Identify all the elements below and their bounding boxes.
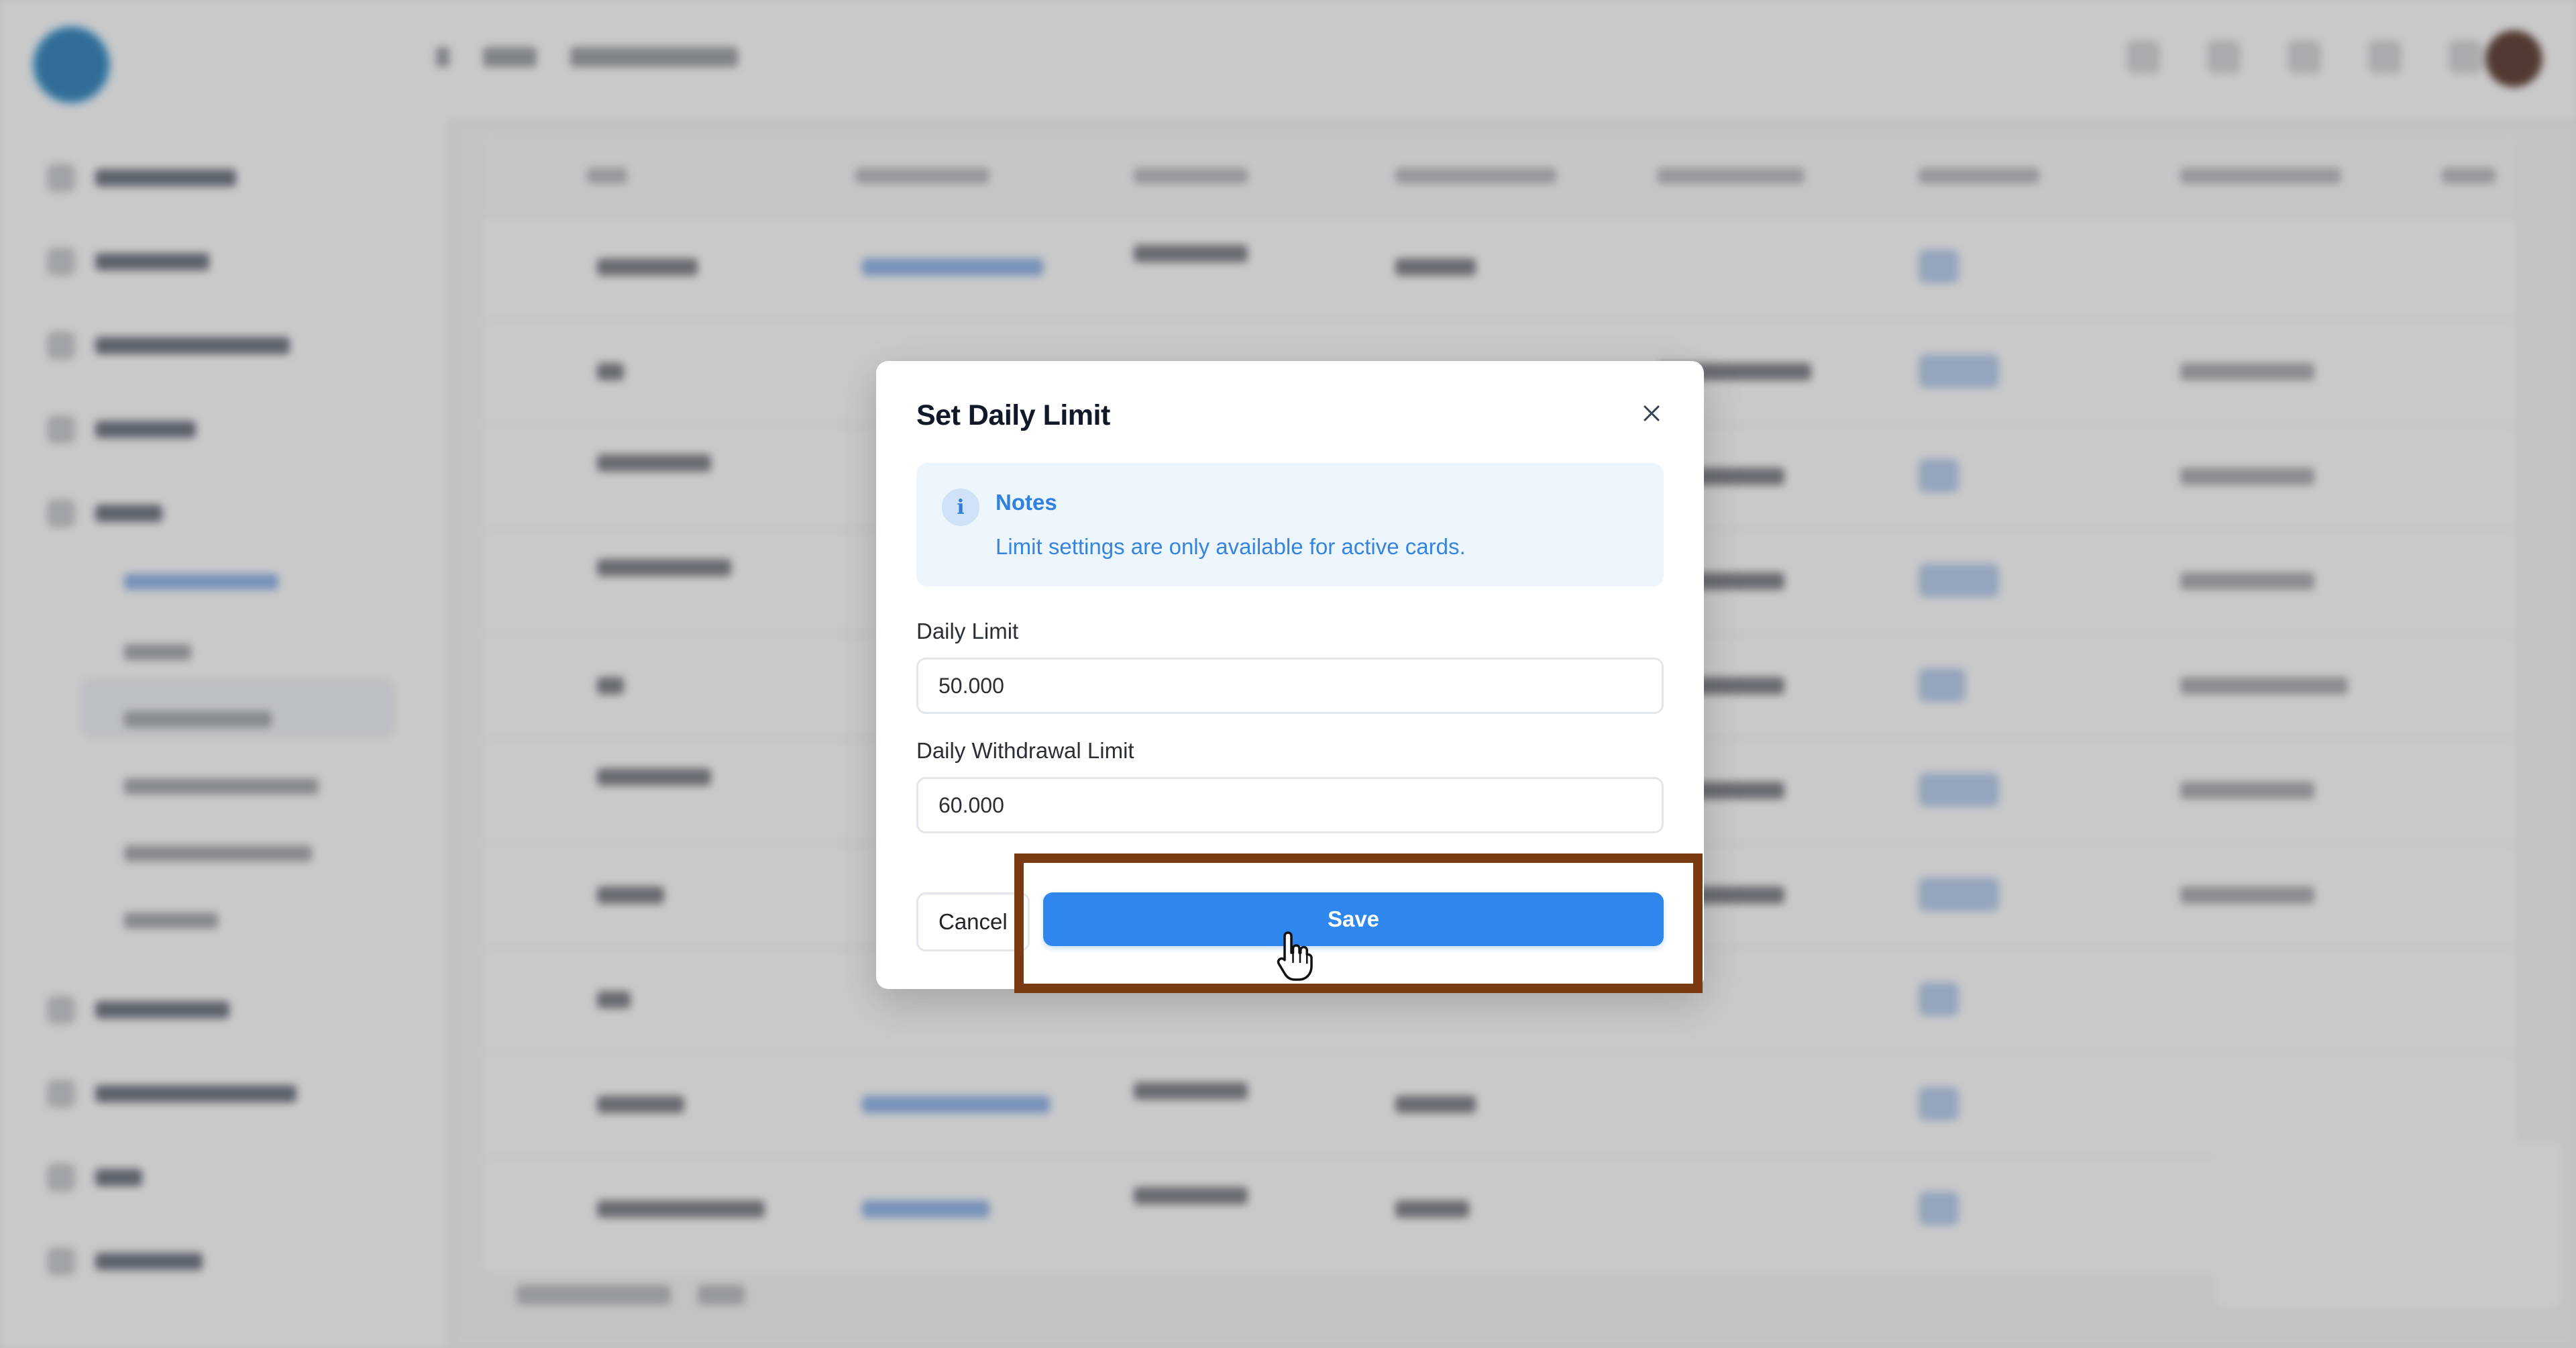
notes-body: Limit settings are only available for ac… xyxy=(996,534,1466,559)
notes-title: Notes xyxy=(996,490,1057,515)
daily-withdrawal-limit-label: Daily Withdrawal Limit xyxy=(916,738,1134,763)
daily-limit-input[interactable] xyxy=(916,658,1664,714)
set-daily-limit-dialog: Set Daily Limit i Notes Limit settings a… xyxy=(876,361,1704,989)
daily-withdrawal-limit-input[interactable] xyxy=(916,777,1664,833)
info-icon: i xyxy=(942,488,979,526)
close-button[interactable] xyxy=(1631,393,1672,433)
close-icon xyxy=(1644,405,1660,421)
cancel-button[interactable]: Cancel xyxy=(916,892,1030,951)
screen: Set Daily Limit i Notes Limit settings a… xyxy=(0,0,2576,1348)
daily-limit-label: Daily Limit xyxy=(916,619,1019,643)
notes-alert: i Notes Limit settings are only availabl… xyxy=(916,463,1664,586)
dialog-title: Set Daily Limit xyxy=(916,399,1110,431)
save-button[interactable]: Save xyxy=(1043,892,1664,946)
